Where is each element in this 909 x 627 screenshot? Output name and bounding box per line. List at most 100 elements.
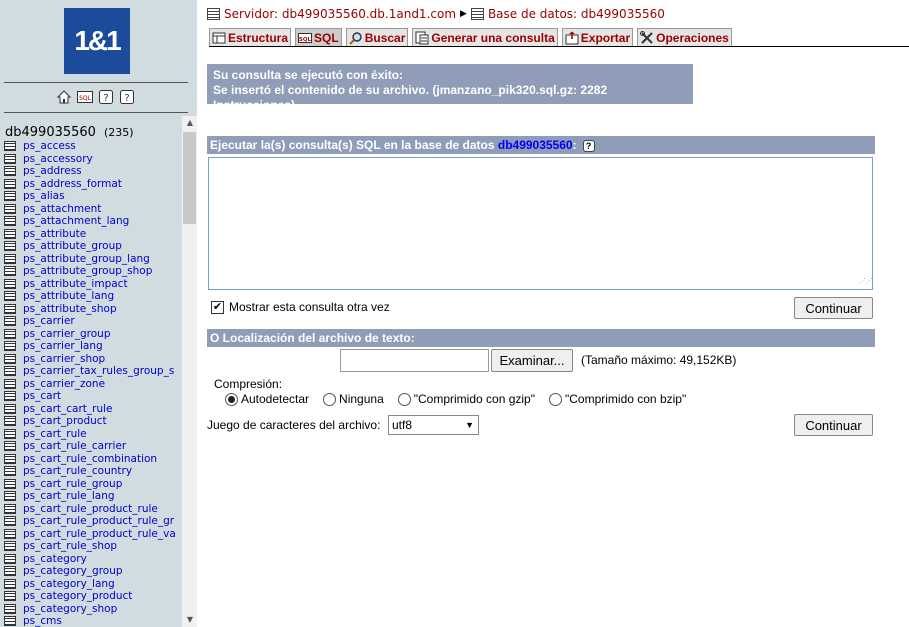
table-link[interactable]: ps_carrier xyxy=(23,315,75,328)
table-link[interactable]: ps_category_lang xyxy=(23,578,115,591)
table-icon[interactable] xyxy=(4,353,16,364)
table-icon[interactable] xyxy=(4,203,16,214)
table-icon[interactable] xyxy=(4,316,16,327)
table-icon[interactable] xyxy=(4,266,16,277)
continue-file-button[interactable]: Continuar xyxy=(794,414,873,436)
table-list-item[interactable]: ps_access xyxy=(4,140,180,153)
tab-operaciones[interactable]: Operaciones xyxy=(637,28,732,46)
table-icon[interactable] xyxy=(4,416,16,427)
table-link[interactable]: ps_category_shop xyxy=(23,603,117,616)
table-list-item[interactable]: ps_address xyxy=(4,165,180,178)
database-name[interactable]: db499035560 xyxy=(5,125,96,140)
table-list-item[interactable]: ps_category_shop xyxy=(4,603,180,616)
table-icon[interactable] xyxy=(4,503,16,514)
table-link[interactable]: ps_attribute_shop xyxy=(23,303,117,316)
tab-buscar[interactable]: Buscar xyxy=(345,28,409,46)
table-list-item[interactable]: ps_carrier_group xyxy=(4,328,180,341)
database-title[interactable]: db499035560 (235) xyxy=(5,125,134,140)
table-icon[interactable] xyxy=(4,566,16,577)
table-list-item[interactable]: ps_attachment xyxy=(4,203,180,216)
table-link[interactable]: ps_cart_rule_product_rule_va xyxy=(23,528,176,541)
scrollbar-thumb[interactable] xyxy=(183,132,196,224)
tab-sql[interactable]: SQL SQL xyxy=(295,28,342,46)
table-list-item[interactable]: ps_attribute_group_lang xyxy=(4,253,180,266)
sql-help-icon[interactable]: ? xyxy=(119,89,135,105)
table-icon[interactable] xyxy=(4,528,16,539)
table-icon[interactable] xyxy=(4,141,16,152)
table-icon[interactable] xyxy=(4,616,16,627)
table-link[interactable]: ps_alias xyxy=(23,190,65,203)
table-list-item[interactable]: ps_carrier_tax_rules_group_s xyxy=(4,365,180,378)
table-list-item[interactable]: ps_cart_rule_product_rule xyxy=(4,503,180,516)
table-list-item[interactable]: ps_carrier_shop xyxy=(4,353,180,366)
table-list-item[interactable]: ps_cart_rule_lang xyxy=(4,490,180,503)
table-link[interactable]: ps_cart_rule_product_rule xyxy=(23,503,158,516)
table-icon[interactable] xyxy=(4,453,16,464)
table-list-item[interactable]: ps_cms xyxy=(4,615,180,627)
table-icon[interactable] xyxy=(4,178,16,189)
table-icon[interactable] xyxy=(4,516,16,527)
table-icon[interactable] xyxy=(4,378,16,389)
radio-dot[interactable] xyxy=(225,392,238,406)
radio-bzip[interactable]: "Comprimido con bzip" xyxy=(548,392,686,406)
table-link[interactable]: ps_address xyxy=(23,165,82,178)
table-link[interactable]: ps_attribute_group_lang xyxy=(23,253,150,266)
table-icon[interactable] xyxy=(4,553,16,564)
table-list-item[interactable]: ps_cart_rule_combination xyxy=(4,453,180,466)
table-icon[interactable] xyxy=(4,253,16,264)
tab-estructura[interactable]: Estructura xyxy=(209,28,292,46)
table-link[interactable]: ps_cart xyxy=(23,390,61,403)
table-icon[interactable] xyxy=(4,241,16,252)
table-link[interactable]: ps_attribute_group xyxy=(23,240,122,253)
help-icon[interactable]: ? xyxy=(98,89,114,105)
table-icon[interactable] xyxy=(4,328,16,339)
table-list-item[interactable]: ps_attribute_lang xyxy=(4,290,180,303)
radio-dot[interactable] xyxy=(397,392,411,406)
table-icon[interactable] xyxy=(4,428,16,439)
table-icon[interactable] xyxy=(4,403,16,414)
table-list-item[interactable]: ps_attribute_group xyxy=(4,240,180,253)
radio-ninguna[interactable]: Ninguna xyxy=(323,392,384,406)
table-icon[interactable] xyxy=(4,166,16,177)
table-list-item[interactable]: ps_category_product xyxy=(4,590,180,603)
table-link[interactable]: ps_cart_rule_group xyxy=(23,478,122,491)
table-icon[interactable] xyxy=(4,341,16,352)
table-icon[interactable] xyxy=(4,578,16,589)
table-link[interactable]: ps_attachment_lang xyxy=(23,215,129,228)
table-link[interactable]: ps_carrier_group xyxy=(23,328,110,341)
table-link[interactable]: ps_category_group xyxy=(23,565,123,578)
table-link[interactable]: ps_cart_rule_combination xyxy=(23,453,157,466)
table-list-item[interactable]: ps_cart_rule_product_rule_va xyxy=(4,528,180,541)
database-link[interactable]: db499035560 xyxy=(498,138,573,152)
radio-gzip[interactable]: "Comprimido con gzip" xyxy=(397,392,535,406)
tab-generar-consulta[interactable]: Generar una consulta xyxy=(412,28,558,46)
browse-button[interactable]: Examinar... xyxy=(491,349,573,372)
show-query-checkbox[interactable]: ✔ xyxy=(211,300,224,314)
tab-exportar[interactable]: Exportar xyxy=(561,28,634,46)
sidebar-scrollbar[interactable]: ▲ ▼ xyxy=(181,116,197,627)
table-link[interactable]: ps_cart_rule xyxy=(23,428,87,441)
table-list-item[interactable]: ps_cart_rule_carrier xyxy=(4,440,180,453)
table-list-item[interactable]: ps_attribute_shop xyxy=(4,303,180,316)
scroll-down-icon[interactable]: ▼ xyxy=(182,613,197,627)
home-icon[interactable] xyxy=(56,89,72,105)
show-query-again[interactable]: ✔ Mostrar esta consulta otra vez xyxy=(211,300,390,314)
table-list-item[interactable]: ps_cart_product xyxy=(4,415,180,428)
table-list-item[interactable]: ps_carrier xyxy=(4,315,180,328)
charset-select[interactable]: utf8 ▼ xyxy=(388,415,479,435)
table-list-item[interactable]: ps_cart xyxy=(4,390,180,403)
table-link[interactable]: ps_cart_cart_rule xyxy=(23,403,113,416)
table-link[interactable]: ps_attachment xyxy=(23,203,101,216)
table-link[interactable]: ps_carrier_shop xyxy=(23,353,105,366)
table-link[interactable]: ps_accessory xyxy=(23,153,93,166)
table-icon[interactable] xyxy=(4,491,16,502)
table-list-item[interactable]: ps_attribute xyxy=(4,228,180,241)
table-list-item[interactable]: ps_category_group xyxy=(4,565,180,578)
table-link[interactable]: ps_carrier_tax_rules_group_s xyxy=(23,365,174,378)
table-link[interactable]: ps_cart_product xyxy=(23,415,107,428)
table-link[interactable]: ps_cart_rule_shop xyxy=(23,540,117,553)
radio-dot[interactable] xyxy=(323,392,337,406)
table-list-item[interactable]: ps_address_format xyxy=(4,178,180,191)
table-list-item[interactable]: ps_cart_cart_rule xyxy=(4,403,180,416)
table-list-item[interactable]: ps_attachment_lang xyxy=(4,215,180,228)
